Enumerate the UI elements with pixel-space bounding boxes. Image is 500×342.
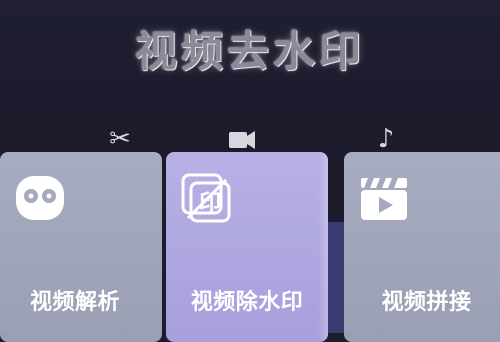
- feature-card-remove-watermark[interactable]: 印 视频除水印: [166, 152, 328, 342]
- background-strip: [328, 222, 344, 333]
- face-camera-icon: [16, 176, 64, 220]
- feature-card-video-merge[interactable]: 视频拼接: [344, 152, 500, 342]
- feature-label: 视频除水印: [190, 290, 304, 315]
- video-camera-icon[interactable]: [222, 122, 262, 156]
- feature-label: 视频解析: [30, 290, 121, 315]
- feature-card-video-parse[interactable]: 视频解析: [0, 152, 162, 342]
- music-note-icon[interactable]: ♪: [366, 122, 406, 156]
- app-title: 视频去水印: [134, 27, 365, 76]
- clapperboard-play-icon: [361, 178, 407, 220]
- remove-watermark-icon: 印: [181, 173, 231, 223]
- scissors-icon[interactable]: ✂: [100, 122, 140, 156]
- feature-label: 视频拼接: [381, 290, 472, 315]
